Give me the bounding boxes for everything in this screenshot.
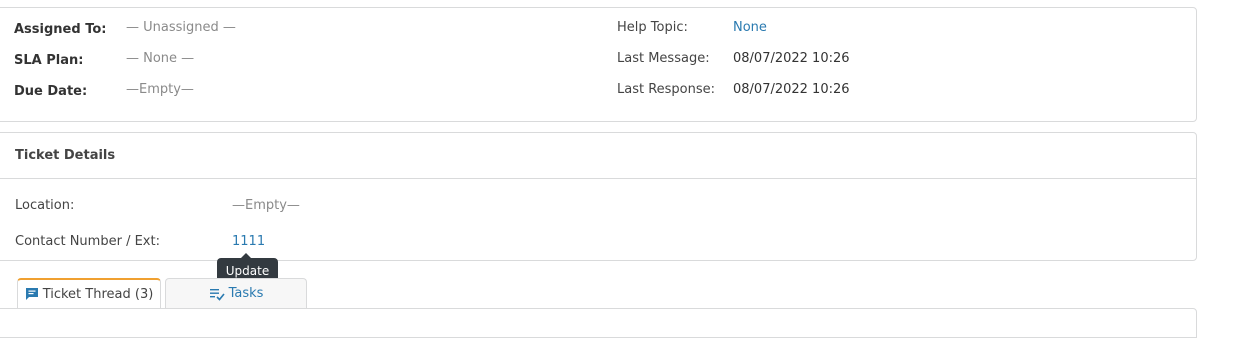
- sla-plan-label: SLA Plan:: [14, 53, 84, 68]
- location-value[interactable]: —Empty—: [232, 197, 300, 215]
- last-response-label: Last Response:: [617, 82, 716, 97]
- assigned-to-label: Assigned To:: [14, 22, 107, 37]
- contact-number-label: Contact Number / Ext:: [15, 234, 160, 249]
- contact-number-value[interactable]: 1111: [232, 233, 265, 251]
- tab-tasks[interactable]: Tasks: [165, 278, 307, 308]
- details-divider: [0, 178, 1196, 179]
- tab-ticket-thread[interactable]: Ticket Thread (3): [17, 278, 161, 308]
- ticket-details-panel: [0, 132, 1197, 261]
- tab-ticket-thread-label: Ticket Thread (3): [42, 286, 154, 302]
- help-topic-value[interactable]: None: [733, 19, 767, 37]
- due-date-value[interactable]: —Empty—: [126, 81, 194, 99]
- location-label: Location:: [15, 198, 75, 213]
- thread-panel: [0, 308, 1197, 338]
- checklist-icon: [209, 287, 225, 301]
- last-message-value: 08/07/2022 10:26: [733, 51, 850, 66]
- due-date-label: Due Date:: [14, 84, 88, 99]
- help-topic-label: Help Topic:: [617, 20, 688, 35]
- last-response-value: 08/07/2022 10:26: [733, 82, 850, 97]
- tab-tasks-label: Tasks: [228, 286, 264, 301]
- assigned-to-value[interactable]: — Unassigned —: [126, 19, 236, 37]
- last-message-label: Last Message:: [617, 51, 710, 66]
- ticket-details-title: Ticket Details: [15, 148, 116, 163]
- chat-bubble-icon: [25, 287, 39, 301]
- sla-plan-value[interactable]: — None —: [126, 50, 194, 68]
